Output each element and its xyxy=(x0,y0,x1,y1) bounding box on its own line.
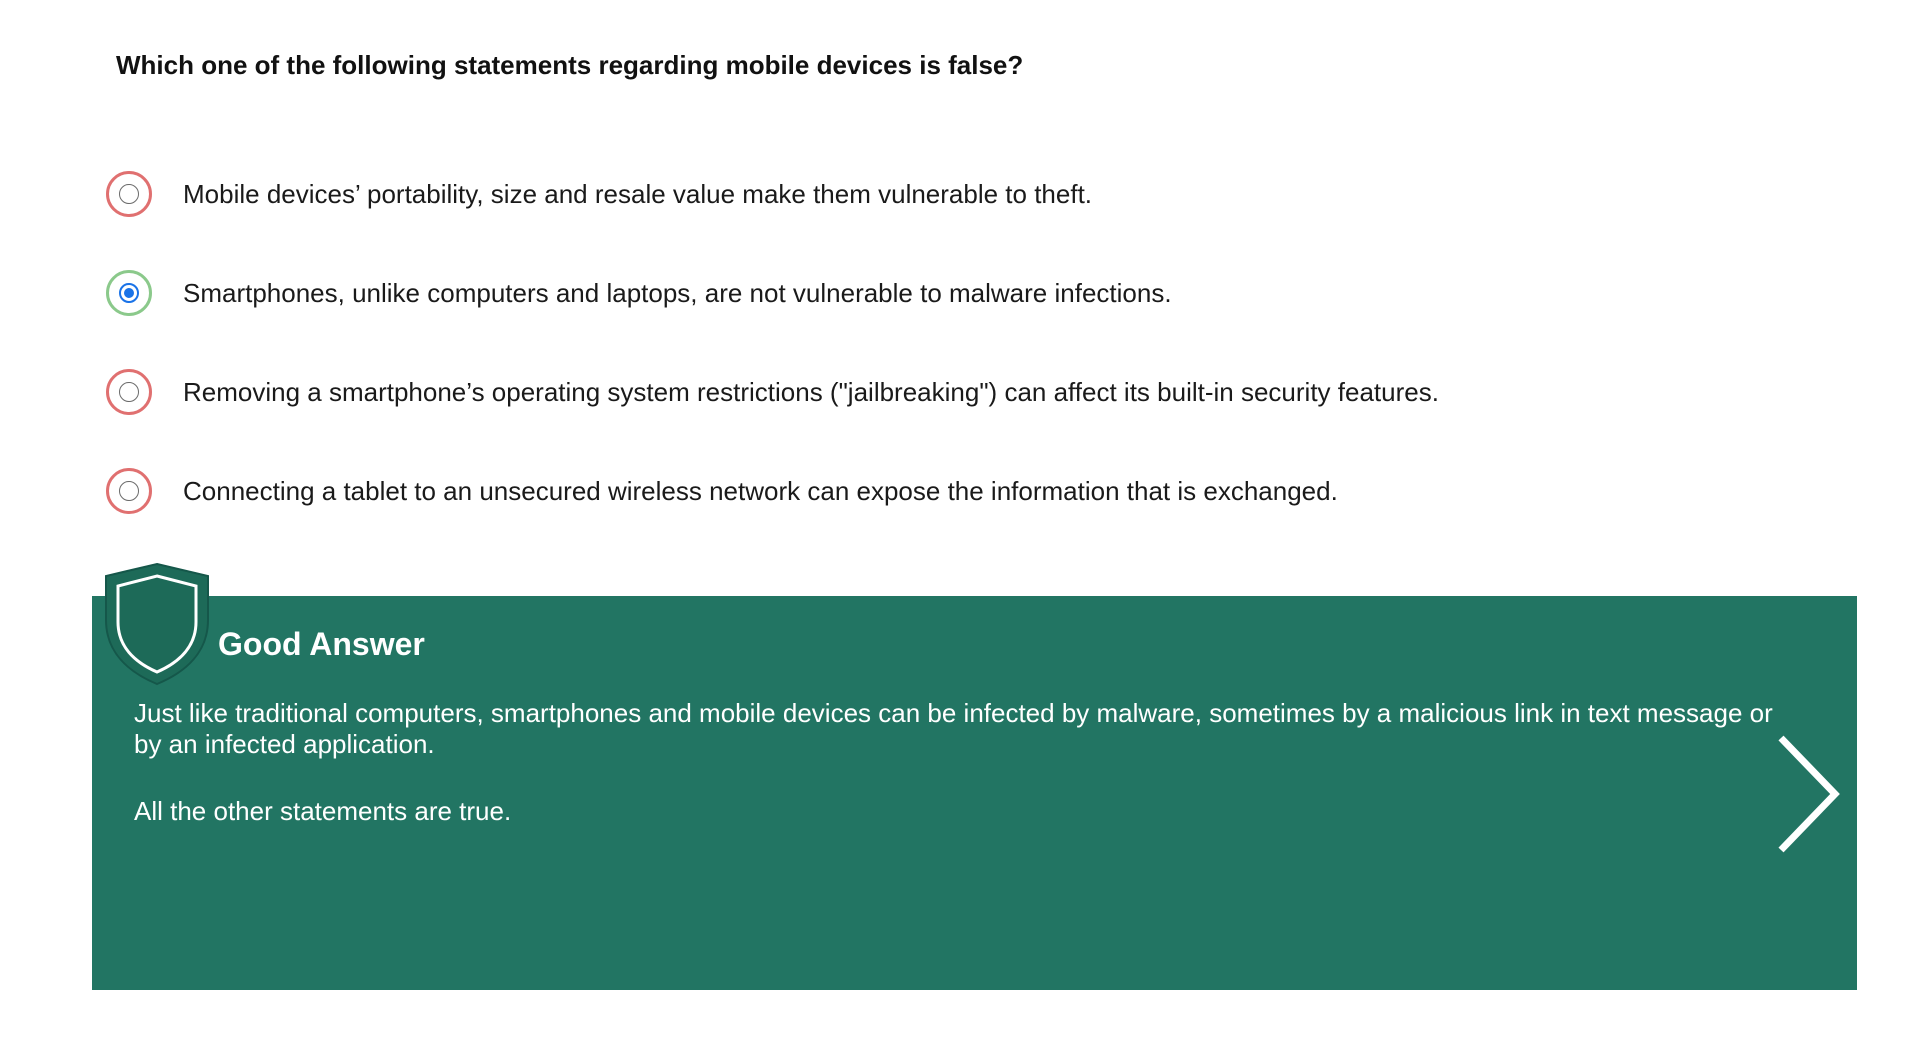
answer-option-1[interactable]: Mobile devices’ portability, size and re… xyxy=(106,168,1806,220)
feedback-panel: Good Answer Just like traditional comput… xyxy=(92,562,1857,990)
incorrect-indicator-ring xyxy=(106,171,152,217)
feedback-explanation: Just like traditional computers, smartph… xyxy=(134,698,1773,759)
feedback-body: Just like traditional computers, smartph… xyxy=(134,698,1774,863)
answer-option-label: Connecting a tablet to an unsecured wire… xyxy=(183,475,1338,506)
answer-option-3[interactable]: Removing a smartphone’s operating system… xyxy=(106,366,1806,418)
shield-icon xyxy=(105,562,209,686)
chevron-right-icon[interactable] xyxy=(1773,732,1843,856)
feedback-title: Good Answer xyxy=(218,626,425,662)
radio-button-selected[interactable] xyxy=(119,283,139,303)
radio-button[interactable] xyxy=(119,481,139,501)
radio-button[interactable] xyxy=(119,382,139,402)
answer-option-label: Mobile devices’ portability, size and re… xyxy=(183,178,1093,209)
incorrect-indicator-ring xyxy=(106,369,152,415)
answer-option-2[interactable]: Smartphones, unlike computers and laptop… xyxy=(106,267,1806,319)
question-text: Which one of the following statements re… xyxy=(116,50,1024,80)
answer-option-label: Smartphones, unlike computers and laptop… xyxy=(183,277,1172,308)
correct-indicator-ring xyxy=(106,270,152,316)
feedback-note: All the other statements are true. xyxy=(134,796,512,826)
answer-option-4[interactable]: Connecting a tablet to an unsecured wire… xyxy=(106,465,1806,517)
incorrect-indicator-ring xyxy=(106,468,152,514)
answer-option-label: Removing a smartphone’s operating system… xyxy=(183,376,1439,407)
radio-button[interactable] xyxy=(119,184,139,204)
quiz-page: Which one of the following statements re… xyxy=(0,0,1914,1045)
answer-options: Mobile devices’ portability, size and re… xyxy=(106,168,1806,564)
